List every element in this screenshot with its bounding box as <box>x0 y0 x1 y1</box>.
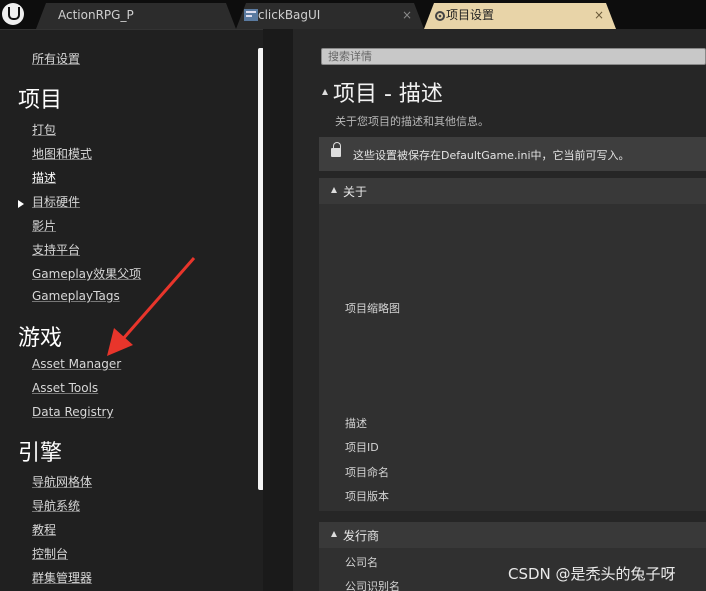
section-header-about[interactable]: 关于 <box>319 178 706 204</box>
prop-company-name: 公司名 <box>345 556 378 569</box>
unreal-logo-icon[interactable] <box>2 3 24 25</box>
tab-project-settings[interactable]: 项目设置 × <box>424 3 616 29</box>
blueprint-icon <box>244 9 258 21</box>
sidebar-item-supported-platforms[interactable]: 支持平台 <box>32 241 80 258</box>
page-subtitle: 关于您项目的描述和其他信息。 <box>335 115 489 128</box>
search-input[interactable]: 搜索详情 <box>321 48 706 65</box>
sidebar-item-tutorials[interactable]: 教程 <box>32 521 56 538</box>
page-title: 项目 - 描述 <box>333 82 443 107</box>
prop-project-id: 项目ID <box>345 441 379 454</box>
close-icon[interactable]: × <box>402 3 412 27</box>
tab-bar: ActionRPG_P clickBagUI × 项目设置 × <box>0 0 706 29</box>
settings-sidebar: 所有设置 项目 打包 地图和模式 描述 目标硬件 影片 支持平台 Gamepla… <box>0 29 264 591</box>
sidebar-item-maps-modes[interactable]: 地图和模式 <box>32 145 92 162</box>
sidebar-item-packaging[interactable]: 打包 <box>32 121 56 138</box>
sidebar-item-movies[interactable]: 影片 <box>32 217 56 234</box>
prop-project-name: 项目命名 <box>345 466 389 479</box>
gear-icon <box>432 9 446 21</box>
sidebar-item-description[interactable]: 描述 <box>32 169 56 186</box>
sidebar-item-nav-system[interactable]: 导航系统 <box>32 497 80 514</box>
collapse-arrow-icon <box>331 531 337 537</box>
tab-clickbagui[interactable]: clickBagUI × <box>236 3 424 29</box>
section-header-publisher[interactable]: 发行商 <box>319 522 706 548</box>
close-icon[interactable]: × <box>594 3 604 27</box>
section-title-engine: 引擎 <box>18 441 63 466</box>
sidebar-item-crowd-manager[interactable]: 群集管理器 <box>32 569 92 586</box>
section-label: 发行商 <box>343 529 380 543</box>
notice-text: 这些设置被保存在DefaultGame.ini中，它当前可写入。 <box>353 149 630 162</box>
section-title-project: 项目 <box>18 88 63 113</box>
collapse-arrow-icon[interactable] <box>322 89 328 95</box>
tab-actionrpg[interactable]: ActionRPG_P <box>36 3 236 29</box>
sidebar-gutter <box>263 29 293 591</box>
sidebar-item-navmesh[interactable]: 导航网格体 <box>32 473 92 490</box>
section-label: 关于 <box>343 185 368 199</box>
all-settings-link[interactable]: 所有设置 <box>32 50 80 67</box>
sidebar-item-console[interactable]: 控制台 <box>32 545 68 562</box>
tab-label: clickBagUI <box>258 8 321 22</box>
prop-company-distinguished-name: 公司识别名 <box>345 580 400 591</box>
details-panel: 搜索详情 项目 - 描述 关于您项目的描述和其他信息。 这些设置被保存在Defa… <box>293 29 706 591</box>
sidebar-item-asset-tools[interactable]: Asset Tools <box>32 381 98 395</box>
sidebar-item-data-registry[interactable]: Data Registry <box>32 405 114 419</box>
config-notice: 这些设置被保存在DefaultGame.ini中，它当前可写入。 <box>319 137 706 171</box>
sidebar-item-gameplay-effect-parents[interactable]: Gameplay效果父项 <box>32 265 141 282</box>
lock-icon <box>331 142 341 157</box>
sidebar-item-asset-manager[interactable]: Asset Manager <box>32 357 121 371</box>
prop-project-version: 项目版本 <box>345 490 389 503</box>
watermark: CSDN @是秃头的兔子呀 <box>508 565 676 583</box>
sidebar-item-target-hardware[interactable]: 目标硬件 <box>32 193 80 210</box>
prop-project-thumbnail: 项目缩略图 <box>345 302 400 315</box>
tab-label: ActionRPG_P <box>58 8 134 22</box>
sidebar-item-gameplaytags[interactable]: GameplayTags <box>32 289 120 303</box>
selected-indicator-icon <box>18 200 24 208</box>
collapse-arrow-icon <box>331 187 337 193</box>
prop-description: 描述 <box>345 417 367 430</box>
section-title-game: 游戏 <box>18 326 63 351</box>
tab-label: 项目设置 <box>446 8 495 22</box>
